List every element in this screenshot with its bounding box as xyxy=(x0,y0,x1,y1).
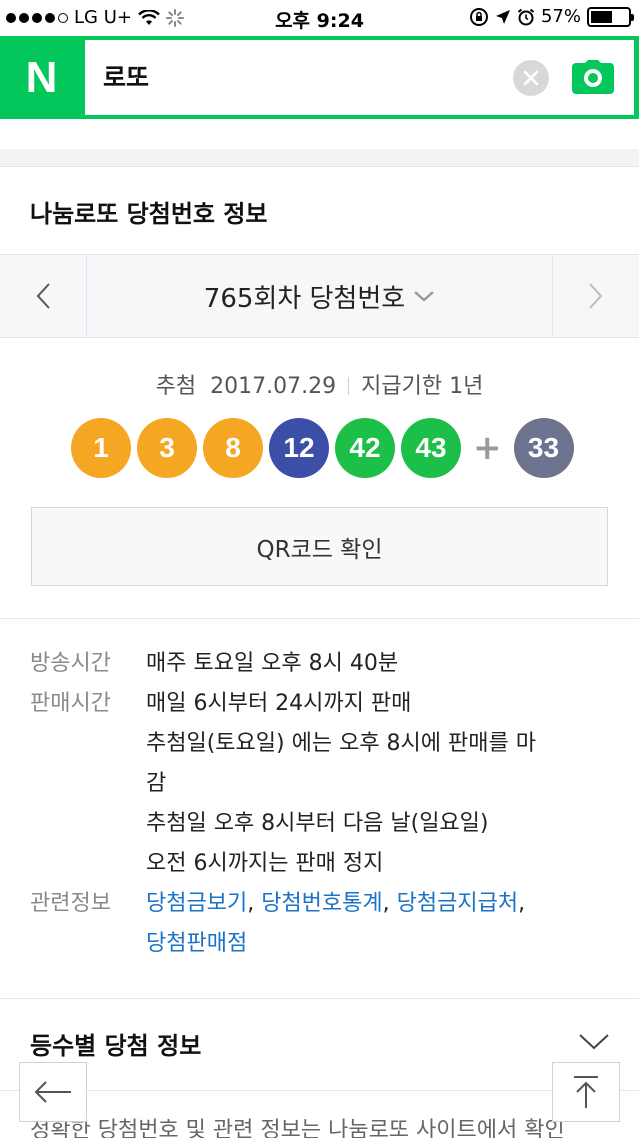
scroll-to-top-button[interactable] xyxy=(552,1062,620,1122)
number-ball: 43 xyxy=(401,418,461,478)
sales-row: 판매시간 매일 6시부터 24시까지 판매 추첨일(토요일) 에는 오후 8시에… xyxy=(30,684,620,884)
camera-icon xyxy=(572,60,614,94)
qr-code-button[interactable]: QR코드 확인 xyxy=(31,507,608,586)
round-label: 765회차 당첨번호 xyxy=(203,283,406,314)
battery-percent: 57% xyxy=(540,6,581,27)
bonus-number-ball: 33 xyxy=(513,418,574,478)
winning-numbers: 1 3 8 12 42 43 + 33 xyxy=(71,418,580,478)
draw-info: 추첨 2017.07.29 지급기한 1년 xyxy=(0,368,639,400)
notice-text: 정확한 당첨번호 및 관련 정보는 나눔로또 사이트에서 확인 xyxy=(30,1118,565,1138)
link-prize-payout-location[interactable]: 당첨금지급처 xyxy=(397,891,518,916)
divider xyxy=(0,1090,639,1091)
number-ball: 42 xyxy=(335,418,395,478)
chevron-down-icon xyxy=(414,291,435,302)
round-navigator: 765회차 당첨번호 xyxy=(0,254,639,338)
number-ball: 3 xyxy=(137,418,197,478)
camera-search-button[interactable] xyxy=(572,60,614,94)
link-number-stats[interactable]: 당첨번호통계 xyxy=(261,891,382,916)
sales-line: 매일 6시부터 24시까지 판매 xyxy=(146,691,412,716)
status-right: 57% xyxy=(469,6,634,27)
arrow-left-icon xyxy=(34,1081,71,1103)
search-input[interactable]: 로또 xyxy=(103,58,503,94)
number-ball: 1 xyxy=(71,418,131,478)
status-bar: LG U+ 오후 9:24 57% xyxy=(0,0,639,36)
previous-round-button[interactable] xyxy=(0,255,87,337)
search-header: N 로또 xyxy=(0,36,639,119)
section-spacer xyxy=(0,119,639,167)
card-title: 나눔로또 당첨번호 정보 xyxy=(30,200,268,228)
next-round-button[interactable] xyxy=(552,255,639,337)
link-winning-stores[interactable]: 당첨판매점 xyxy=(146,931,247,956)
round-selector[interactable]: 765회차 당첨번호 xyxy=(87,255,552,337)
sales-line: 오전 6시까지는 판매 정지 xyxy=(146,851,384,876)
alarm-icon xyxy=(517,8,535,25)
chevron-left-icon xyxy=(36,283,50,309)
sales-label: 판매시간 xyxy=(30,691,111,716)
plus-sign: + xyxy=(473,428,502,468)
search-box[interactable]: 로또 xyxy=(85,40,634,115)
rank-section-title[interactable]: 등수별 당첨 정보 xyxy=(30,1026,201,1061)
sales-line: 추첨일(토요일) 에는 오후 8시에 판매를 마 xyxy=(146,731,536,756)
expand-rank-button[interactable] xyxy=(578,1032,610,1052)
broadcast-label: 방송시간 xyxy=(30,651,111,676)
battery-icon xyxy=(587,6,634,27)
related-label: 관련정보 xyxy=(30,891,111,916)
location-icon xyxy=(495,9,510,24)
broadcast-row: 방송시간 매주 토요일 오후 8시 40분 xyxy=(30,644,620,684)
related-row: 관련정보 당첨금보기, 당첨번호통계, 당첨금지급처, 당첨판매점 xyxy=(30,884,620,964)
draw-prefix: 추첨 xyxy=(155,374,197,399)
divider xyxy=(0,998,639,999)
number-ball: 8 xyxy=(203,418,263,478)
sales-value: 매일 6시부터 24시까지 판매 추첨일(토요일) 에는 오후 8시에 판매를 … xyxy=(146,684,620,884)
chevron-right-icon xyxy=(589,283,603,309)
arrow-up-icon xyxy=(574,1076,598,1108)
payout-limit: 지급기한 1년 xyxy=(361,374,484,399)
info-section: 방송시간 매주 토요일 오후 8시 40분 판매시간 매일 6시부터 24시까지… xyxy=(30,644,620,964)
number-ball: 12 xyxy=(269,418,329,478)
sales-line: 추첨일 오후 8시부터 다음 날(일요일) xyxy=(146,811,489,836)
naver-logo[interactable]: N xyxy=(0,36,83,119)
draw-date: 2017.07.29 xyxy=(210,374,337,399)
broadcast-value: 매주 토요일 오후 8시 40분 xyxy=(146,651,399,676)
divider xyxy=(0,618,639,619)
sales-line: 감 xyxy=(146,771,167,796)
close-icon xyxy=(523,70,539,86)
chevron-down-icon xyxy=(579,1034,609,1050)
link-prize-amount[interactable]: 당첨금보기 xyxy=(146,891,247,916)
rotation-lock-icon xyxy=(469,7,488,26)
clear-search-button[interactable] xyxy=(513,60,549,96)
back-button[interactable] xyxy=(19,1062,87,1122)
related-links: 당첨금보기, 당첨번호통계, 당첨금지급처, 당첨판매점 xyxy=(146,891,526,956)
